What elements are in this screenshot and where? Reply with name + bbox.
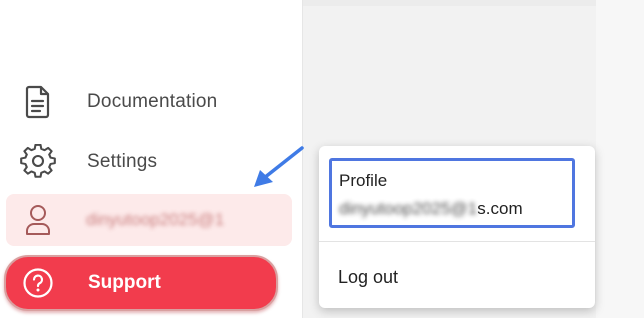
profile-title: Profile	[339, 171, 388, 190]
sidebar-item-settings[interactable]: Settings	[18, 140, 157, 184]
profile-email-redacted: dinyutoop2025@1	[339, 199, 478, 218]
top-strip	[303, 0, 644, 6]
help-circle-icon	[20, 265, 56, 301]
profile-email: dinyutoop2025@1s.com	[339, 199, 523, 219]
menu-divider	[319, 241, 595, 242]
account-popup-menu: Profile dinyutoop2025@1s.com Log out	[319, 146, 595, 308]
account-email: dinyutoop2025@1	[86, 210, 225, 229]
annotation-arrow-icon	[254, 146, 304, 187]
right-edge	[596, 0, 644, 318]
user-icon	[18, 200, 58, 240]
profile-email-visible: s.com	[477, 199, 523, 218]
support-label: Support	[88, 272, 161, 293]
document-icon	[18, 82, 58, 122]
sidebar-item-documentation[interactable]: Documentation	[18, 80, 217, 124]
sidebar-item-account[interactable]: dinyutoop2025@1	[6, 194, 292, 246]
menu-item-logout[interactable]: Log out	[319, 256, 595, 298]
support-button[interactable]: Support	[4, 255, 278, 311]
sidebar-item-label: Settings	[87, 151, 158, 172]
gear-icon	[18, 142, 58, 182]
menu-item-profile[interactable]: Profile dinyutoop2025@1s.com	[329, 158, 575, 228]
logout-label: Log out	[338, 266, 399, 287]
sidebar-item-label: Documentation	[87, 91, 218, 112]
